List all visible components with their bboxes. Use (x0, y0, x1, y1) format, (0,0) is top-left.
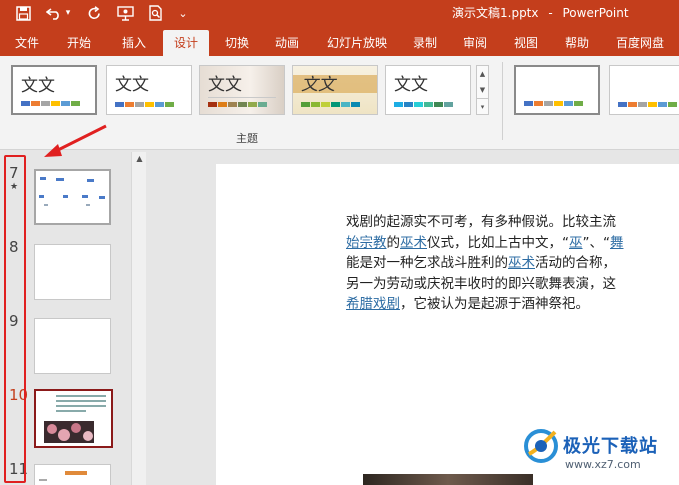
slide-photo[interactable] (363, 474, 533, 485)
theme-3[interactable]: 文文 (199, 65, 285, 115)
undo-dropdown-icon[interactable]: ▾ (63, 3, 73, 23)
slide-thumbnail-10[interactable] (34, 389, 113, 448)
slide-11-content-icon (39, 471, 87, 481)
redo-icon[interactable] (84, 3, 104, 23)
theme-color-swatches (115, 102, 174, 107)
tab-animations[interactable]: 动画 (266, 30, 308, 56)
text-run: 另一为劳动或庆祝丰收时的即兴歌舞表演，这 (346, 275, 616, 292)
text-line: 始宗教的巫术仪式，比如上古中文，“巫”、“舞 (346, 233, 679, 254)
theme-sample-text: 文文 (115, 75, 149, 95)
text-run: 的 (386, 234, 401, 251)
tab-baidu-netdisk[interactable]: 百度网盘 (608, 30, 672, 56)
text-run: 能是对一种乞求战斗胜利的 (346, 255, 508, 271)
title-separator: - (548, 6, 553, 20)
themes-group-label: 主题 (236, 132, 258, 145)
theme-4[interactable]: 文文 (292, 65, 378, 115)
theme-color-swatches (394, 102, 453, 107)
tab-slide-show[interactable]: 幻灯片放映 (320, 30, 394, 56)
theme-5[interactable]: 文文 (385, 65, 471, 115)
ribbon-group-divider (502, 62, 503, 140)
theme-color-swatches (301, 102, 360, 107)
title-bar: ▾ ⌄ 演示文稿1.pptx - PowerPoint (0, 0, 679, 26)
theme-sample-text: 文文 (21, 76, 55, 96)
text-run: ，它被认为是起源于酒神祭祀。 (400, 296, 589, 312)
hyperlink[interactable]: 舞 (610, 235, 624, 251)
slide-text-paragraph[interactable]: 戏剧的起源实不可考，有多种假说。比较主流 始宗教的巫术仪式，比如上古中文，“巫”… (346, 212, 679, 315)
text-line: 能是对一种乞求战斗胜利的巫术活动的合称， (346, 253, 679, 274)
slide-10-content-icon (44, 395, 106, 443)
text-run: 戏剧的起源实不可考，有多种假说。比较主流 (346, 214, 616, 230)
slide-thumbnail-9[interactable] (34, 318, 111, 374)
theme-color-swatches (208, 102, 267, 107)
undo-icon[interactable] (44, 3, 64, 23)
gallery-down-button[interactable]: ▼ (477, 82, 488, 98)
tab-transitions[interactable]: 切换 (216, 30, 258, 56)
theme-sample-text: 文文 (394, 75, 428, 95)
tab-design[interactable]: 设计 (163, 30, 209, 56)
hyperlink[interactable]: 始宗教 (346, 235, 387, 251)
hyperlink[interactable]: 希腊戏剧 (346, 296, 400, 312)
text-run: 活动的合称， (535, 255, 616, 271)
document-title: 演示文稿1.pptx (452, 6, 539, 20)
text-line: 另一为劳动或庆祝丰收时的即兴歌舞表演，这 (346, 274, 679, 295)
theme-sample-text: 文文 (208, 75, 242, 95)
scroll-up-button[interactable]: ▲ (133, 152, 146, 166)
gallery-up-button[interactable]: ▲ (477, 66, 488, 82)
watermark-name: 极光下载站 (563, 436, 658, 457)
watermark-logo-icon (524, 429, 558, 463)
slide-thumbnail-8[interactable] (34, 244, 111, 300)
save-icon[interactable] (12, 3, 34, 23)
theme-sample-text: 文文 (301, 75, 335, 95)
variant-2[interactable] (609, 65, 679, 115)
tab-home[interactable]: 开始 (58, 30, 100, 56)
variant-color-swatches (618, 102, 677, 107)
slide-thumbnail-pane: 7 ★ 8 9 10 11 ▲ (0, 124, 147, 485)
theme-divider-line (208, 97, 276, 98)
print-preview-icon[interactable] (144, 3, 166, 23)
tab-file[interactable]: 文件 (6, 30, 48, 56)
present-from-start-icon[interactable] (114, 3, 136, 23)
slide-thumbnail-7[interactable] (34, 169, 111, 225)
tab-record[interactable]: 录制 (404, 30, 446, 56)
theme-2[interactable]: 文文 (106, 65, 192, 115)
theme-color-swatches (21, 101, 80, 106)
annotation-highlight-box (4, 155, 26, 483)
hyperlink[interactable]: 巫术 (508, 255, 535, 271)
text-line: 戏剧的起源实不可考，有多种假说。比较主流 (346, 212, 679, 233)
gallery-more-button[interactable]: ▾ (477, 98, 488, 114)
text-line: 希腊戏剧，它被认为是起源于酒神祭祀。 (346, 294, 679, 315)
tab-review[interactable]: 审阅 (454, 30, 496, 56)
annotation-arrow-icon (44, 124, 107, 157)
text-run: 仪式，比如上古中文，“ (427, 234, 569, 251)
hyperlink[interactable]: 巫术 (400, 235, 427, 251)
window-title: 演示文稿1.pptx - PowerPoint (452, 4, 629, 21)
slide-thumbnail-11[interactable] (34, 464, 111, 485)
hyperlink[interactable]: 巫 (569, 235, 583, 251)
tab-help[interactable]: 帮助 (556, 30, 598, 56)
customize-quick-access-icon[interactable]: ⌄ (176, 3, 190, 23)
thumbnail-scrollbar[interactable]: ▲ (131, 152, 146, 485)
variant-color-swatches (524, 101, 583, 106)
slide-7-content-icon (39, 177, 105, 206)
theme-office[interactable]: 文文 (11, 65, 97, 115)
watermark-url: www.xz7.com (565, 458, 641, 471)
ribbon-tabs: 文件 开始 插入 设计 切换 动画 幻灯片放映 录制 审阅 视图 帮助 百度网盘 (0, 26, 679, 56)
variant-1[interactable] (514, 65, 600, 115)
theme-gallery-scroll: ▲ ▼ ▾ (476, 65, 489, 115)
text-run: ”、“ (582, 234, 611, 251)
tab-insert[interactable]: 插入 (113, 30, 155, 56)
app-name: PowerPoint (562, 6, 629, 20)
tab-view[interactable]: 视图 (505, 30, 547, 56)
